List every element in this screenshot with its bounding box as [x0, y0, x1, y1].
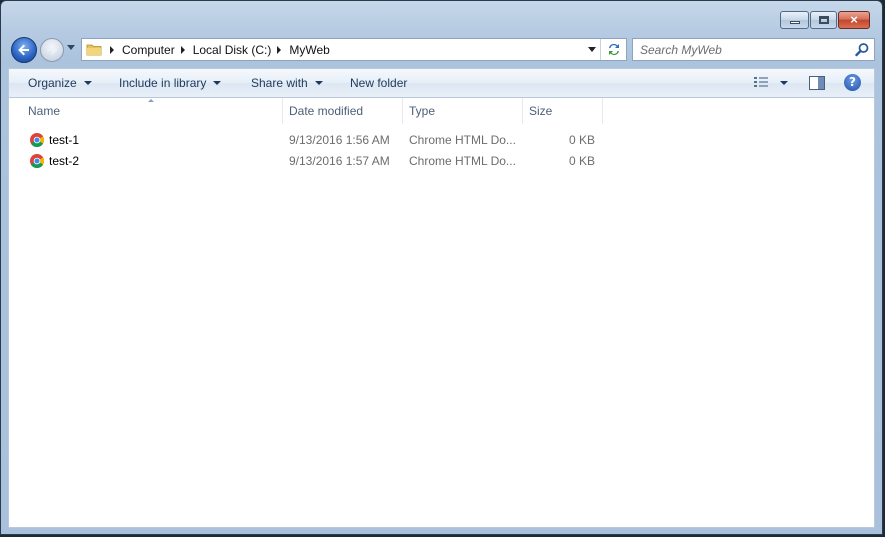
search-box[interactable] [632, 38, 875, 61]
file-type: Chrome HTML Do... [409, 133, 516, 147]
column-header-name[interactable]: Name [28, 98, 60, 124]
back-button[interactable] [11, 37, 37, 63]
close-button[interactable]: × [838, 11, 870, 29]
share-with-button[interactable]: Share with [251, 69, 323, 97]
recent-pages-dropdown[interactable] [67, 45, 75, 50]
breadcrumb-myweb[interactable]: MyWeb [289, 43, 329, 57]
chevron-down-icon [213, 81, 222, 85]
column-divider[interactable] [602, 98, 603, 124]
column-divider[interactable] [402, 98, 403, 124]
breadcrumb: Computer Local Disk (C:) MyWeb [104, 39, 330, 60]
minimize-button[interactable] [780, 11, 809, 29]
close-icon: × [850, 12, 858, 27]
help-icon[interactable]: ? [844, 74, 861, 91]
file-row[interactable]: test-2 9/13/2016 1:57 AM Chrome HTML Do.… [9, 151, 629, 171]
back-arrow-icon [18, 44, 29, 56]
breadcrumb-arrow-icon[interactable] [180, 45, 185, 54]
address-divider [600, 39, 601, 60]
column-header-date-modified[interactable]: Date modified [289, 98, 363, 124]
views-dropdown[interactable] [780, 81, 788, 85]
file-date-modified: 9/13/2016 1:56 AM [289, 133, 390, 147]
folder-icon [86, 44, 102, 56]
navigation-bar: Computer Local Disk (C:) MyWeb [1, 35, 882, 65]
breadcrumb-arrow-icon[interactable] [277, 45, 282, 54]
chevron-down-icon [83, 81, 92, 85]
file-size: 0 KB [568, 133, 595, 147]
file-type: Chrome HTML Do... [409, 154, 516, 168]
file-date-modified: 9/13/2016 1:57 AM [289, 154, 390, 168]
file-name: test-2 [49, 154, 80, 168]
file-row[interactable]: test-1 9/13/2016 1:56 AM Chrome HTML Do.… [9, 130, 629, 150]
address-history-dropdown[interactable] [588, 47, 596, 52]
file-list: Name Date modified Type Size test-1 9/13… [8, 98, 875, 528]
caption-buttons: × [779, 11, 870, 29]
new-folder-label: New folder [350, 76, 408, 90]
forward-button[interactable] [40, 38, 64, 62]
organize-button[interactable]: Organize [28, 69, 92, 97]
include-in-library-button[interactable]: Include in library [119, 69, 222, 97]
chrome-icon [30, 154, 45, 169]
chevron-down-icon [314, 81, 323, 85]
preview-pane-icon[interactable] [808, 75, 826, 91]
include-in-library-label: Include in library [119, 76, 207, 90]
file-size: 0 KB [568, 154, 595, 168]
share-with-label: Share with [251, 76, 308, 90]
address-bar[interactable]: Computer Local Disk (C:) MyWeb [81, 38, 627, 61]
file-name: test-1 [49, 133, 80, 147]
column-header-size[interactable]: Size [529, 98, 552, 124]
command-bar: Organize Include in library Share with N… [8, 68, 875, 98]
new-folder-button[interactable]: New folder [350, 69, 407, 97]
chrome-icon [30, 133, 45, 148]
breadcrumb-computer[interactable]: Computer [122, 43, 175, 57]
search-input[interactable] [633, 39, 848, 60]
column-headers: Name Date modified Type Size [9, 98, 874, 124]
forward-arrow-icon [47, 45, 58, 55]
maximize-button[interactable] [810, 11, 837, 29]
refresh-icon[interactable] [606, 42, 622, 57]
column-divider[interactable] [522, 98, 523, 124]
breadcrumb-arrow-icon[interactable] [110, 45, 114, 54]
details-view-icon[interactable] [752, 75, 770, 91]
magnifier-icon[interactable] [855, 42, 870, 57]
organize-label: Organize [28, 76, 77, 90]
column-header-type[interactable]: Type [409, 98, 435, 124]
explorer-window: × Computer Local Disk (C:) MyWeb Search … [0, 0, 883, 535]
column-divider[interactable] [282, 98, 283, 124]
breadcrumb-local-disk[interactable]: Local Disk (C:) [193, 43, 272, 57]
sort-ascending-icon [148, 99, 154, 102]
